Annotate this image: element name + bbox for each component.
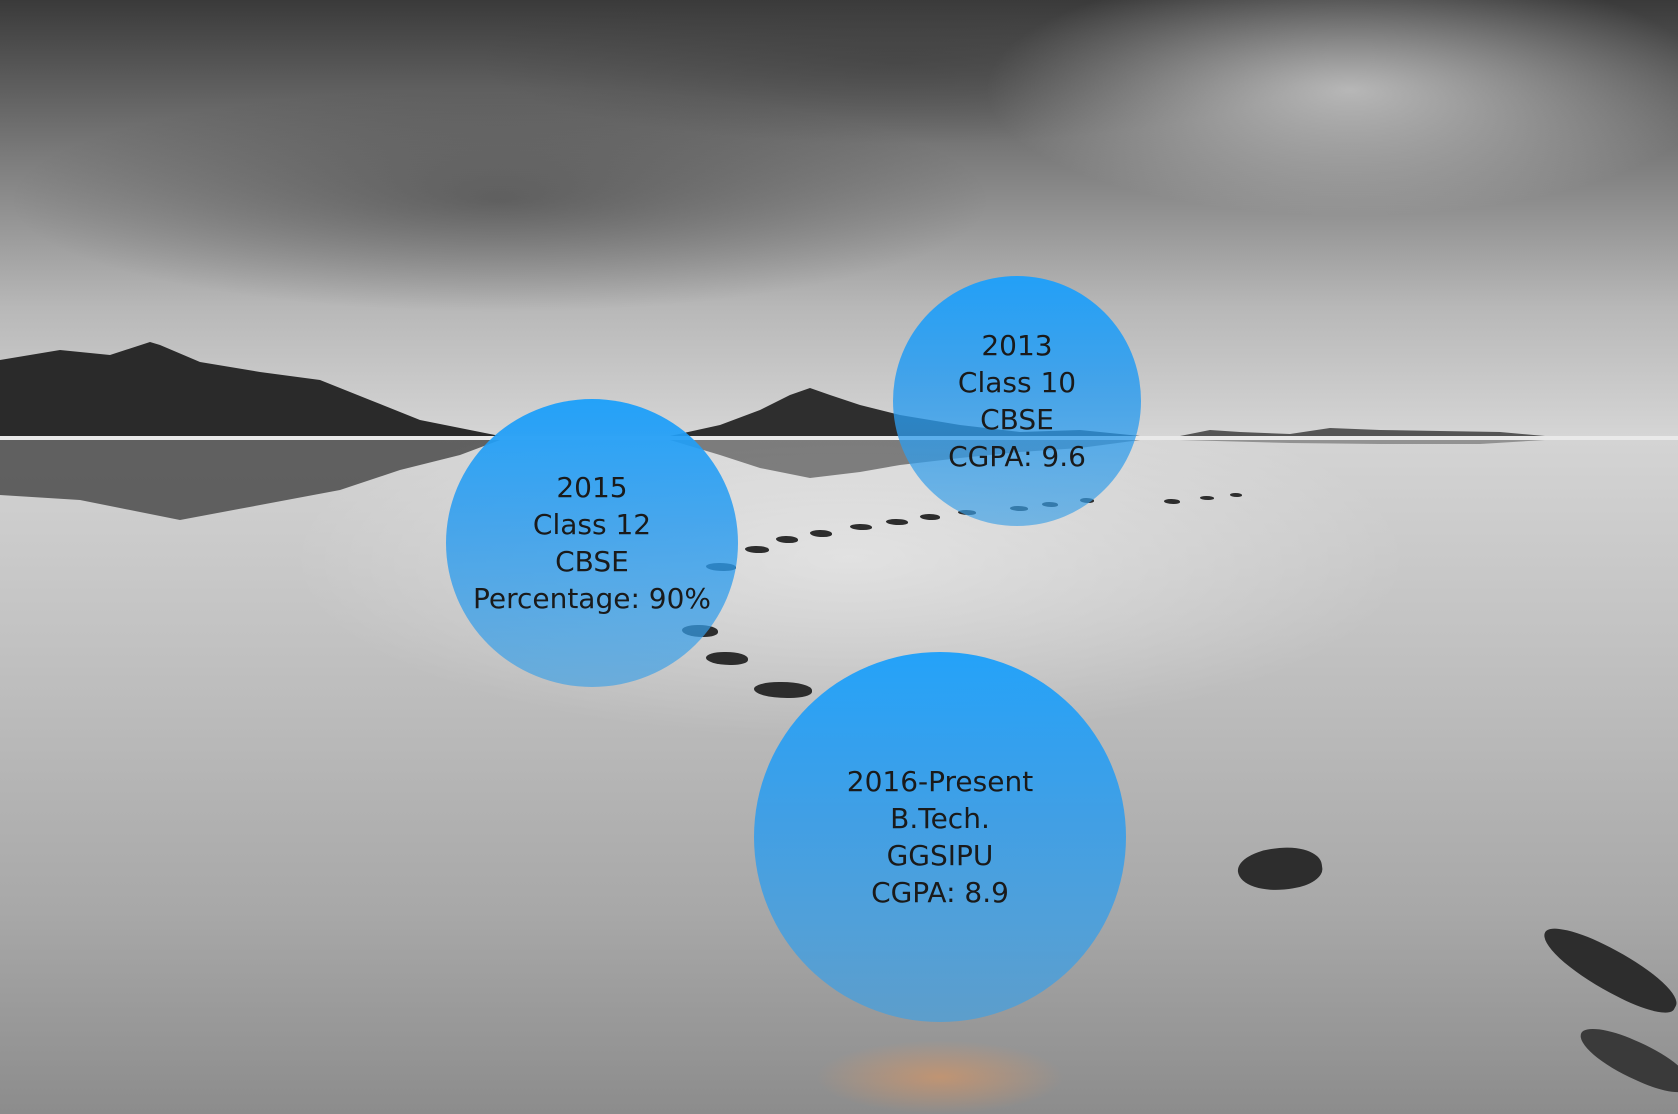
education-bubble-class-10: 2013 Class 10 CBSE CGPA: 9.6 xyxy=(893,276,1141,526)
bubble-level: B.Tech. xyxy=(890,802,990,835)
warm-reflection xyxy=(815,1040,1065,1114)
bubble-year: 2013 xyxy=(981,329,1053,362)
bubble-board: CBSE xyxy=(555,545,629,578)
bubble-board: CBSE xyxy=(980,403,1054,436)
bubble-year: 2016-Present xyxy=(846,765,1034,798)
bubble-board: GGSIPU xyxy=(886,839,994,872)
education-bubble-btech: 2016-Present B.Tech. GGSIPU CGPA: 8.9 xyxy=(754,652,1126,1022)
bubble-score: CGPA: 8.9 xyxy=(871,876,1009,909)
bubble-level: Class 10 xyxy=(957,366,1077,399)
bubble-level: Class 12 xyxy=(532,508,652,541)
horizon-line xyxy=(0,436,1678,440)
background-scene: 2013 Class 10 CBSE CGPA: 9.6 2015 Class … xyxy=(0,0,1678,1114)
bubble-score: Percentage: 90% xyxy=(472,582,712,615)
bubble-year: 2015 xyxy=(556,471,628,504)
bubble-score: CGPA: 9.6 xyxy=(948,440,1086,473)
education-bubble-class-12: 2015 Class 12 CBSE Percentage: 90% xyxy=(446,399,738,687)
